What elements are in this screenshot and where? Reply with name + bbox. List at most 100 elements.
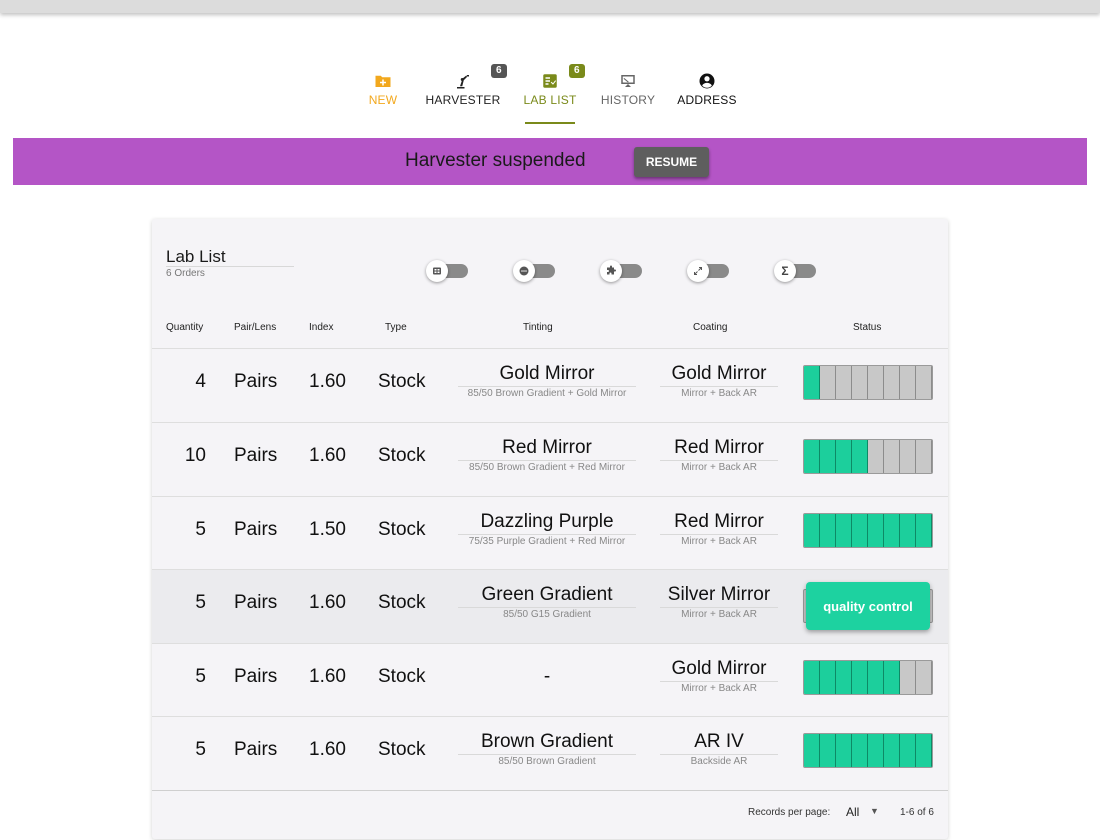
tint-detail: 85/50 Brown Gradient + Red Mirror	[458, 460, 636, 474]
tinting-cell: Dazzling Purple 75/35 Purple Gradient + …	[458, 511, 636, 548]
progress-segment	[820, 734, 836, 767]
tint-name: Gold Mirror	[499, 363, 595, 384]
column-header-quantity[interactable]: Quantity	[166, 322, 203, 333]
progress-segment	[852, 734, 868, 767]
type-cell: Stock	[378, 445, 426, 466]
status-progress-bar[interactable]	[803, 660, 933, 695]
nav-tab-history[interactable]: HISTORY	[583, 62, 673, 107]
table-row[interactable]: 5 Pairs 1.60 Stock Green Gradient 85/50 …	[152, 569, 948, 643]
status-progress-bar[interactable]	[803, 365, 933, 400]
main-nav: NEW HARVESTER 6 LAB LIST 6 HISTORY ADDRE…	[0, 62, 1100, 128]
table-footer: Records per page: All ▼ 1-6 of 6	[152, 790, 948, 840]
tint-detail: 85/50 Brown Gradient + Gold Mirror	[458, 386, 636, 400]
status-progress-bar[interactable]	[803, 439, 933, 474]
progress-segment	[804, 514, 820, 547]
progress-segment	[820, 440, 836, 473]
progress-segment	[852, 366, 868, 399]
nav-tab-harvester[interactable]: HARVESTER 6	[418, 62, 508, 107]
table-row[interactable]: 5 Pairs 1.50 Stock Dazzling Purple 75/35…	[152, 496, 948, 570]
progress-segment	[836, 661, 852, 694]
progress-segment	[884, 514, 900, 547]
table-row[interactable]: 5 Pairs 1.60 Stock - Gold Mirror Mirror …	[152, 643, 948, 717]
progress-segment	[804, 734, 820, 767]
quantity-cell: 10	[184, 445, 206, 466]
column-header-tinting[interactable]: Tinting	[523, 322, 553, 333]
unit-cell: Pairs	[234, 739, 278, 760]
coat-name: Gold Mirror	[671, 658, 767, 679]
column-header-status[interactable]: Status	[853, 322, 881, 333]
column-header-index[interactable]: Index	[309, 322, 333, 333]
expand-icon	[687, 260, 709, 282]
records-per-page-label: Records per page:	[748, 807, 831, 818]
type-cell: Stock	[378, 371, 426, 392]
table-row[interactable]: 4 Pairs 1.60 Stock Gold Mirror 85/50 Bro…	[152, 348, 948, 422]
nav-tab-label: ADDRESS	[677, 93, 737, 107]
progress-segment	[900, 514, 916, 547]
nav-tab-address[interactable]: ADDRESS	[662, 62, 752, 107]
coat-name: Gold Mirror	[671, 363, 767, 384]
progress-segment	[884, 661, 900, 694]
nav-tab-new[interactable]: NEW	[338, 62, 428, 107]
progress-segment	[820, 514, 836, 547]
index-cell: 1.60	[309, 592, 346, 613]
column-header-coating[interactable]: Coating	[693, 322, 727, 333]
unit-cell: Pairs	[234, 371, 278, 392]
progress-segment	[900, 661, 916, 694]
progress-segment	[884, 734, 900, 767]
progress-segment	[916, 366, 932, 399]
progress-segment	[836, 440, 852, 473]
dots-icon	[513, 260, 535, 282]
tinting-cell: Red Mirror 85/50 Brown Gradient + Red Mi…	[458, 437, 636, 474]
progress-segment	[916, 440, 932, 473]
progress-segment	[900, 440, 916, 473]
tint-detail: 75/35 Purple Gradient + Red Mirror	[458, 534, 636, 548]
type-cell: Stock	[378, 739, 426, 760]
coating-cell: Red Mirror Mirror + Back AR	[660, 437, 778, 474]
toggle-dots[interactable]	[511, 259, 557, 283]
toggle-puzzle[interactable]	[598, 259, 644, 283]
coating-cell: Silver Mirror Mirror + Back AR	[660, 584, 778, 621]
toggle-expand[interactable]	[685, 259, 731, 283]
quality-control-button[interactable]: quality control	[806, 582, 930, 630]
nav-tab-lab-list[interactable]: LAB LIST 6	[505, 62, 595, 107]
progress-segment	[868, 366, 884, 399]
coat-name: Silver Mirror	[667, 584, 771, 605]
tinting-cell: Gold Mirror 85/50 Brown Gradient + Gold …	[458, 363, 636, 400]
coat-name: AR IV	[694, 731, 744, 752]
progress-segment	[900, 734, 916, 767]
resume-button[interactable]: RESUME	[634, 147, 709, 177]
column-header-type[interactable]: Type	[385, 322, 407, 333]
records-per-page-select[interactable]: All	[846, 805, 859, 819]
progress-segment	[852, 514, 868, 547]
progress-segment	[884, 366, 900, 399]
toggle-grid[interactable]	[424, 259, 470, 283]
grid-icon	[426, 260, 448, 282]
nav-tab-label: LAB LIST	[523, 93, 577, 107]
progress-segment	[900, 366, 916, 399]
progress-segment	[820, 366, 836, 399]
index-cell: 1.60	[309, 666, 346, 687]
toggle-sigma[interactable]: Σ	[772, 259, 818, 283]
progress-segment	[804, 661, 820, 694]
progress-segment	[916, 734, 932, 767]
status-progress-bar[interactable]	[803, 513, 933, 548]
table-row[interactable]: 5 Pairs 1.60 Stock Brown Gradient 85/50 …	[152, 716, 948, 790]
unit-cell: Pairs	[234, 519, 278, 540]
progress-segment	[884, 440, 900, 473]
coat-detail: Mirror + Back AR	[660, 460, 778, 474]
status-progress-bar[interactable]	[803, 733, 933, 768]
folder-plus-icon	[338, 70, 428, 92]
unit-cell: Pairs	[234, 445, 278, 466]
index-cell: 1.60	[309, 445, 346, 466]
tint-detail: 85/50 Brown Gradient	[458, 754, 636, 768]
quantity-cell: 5	[195, 519, 206, 540]
pagination-range: 1-6 of 6	[900, 807, 934, 818]
caret-down-icon[interactable]: ▼	[870, 806, 879, 816]
progress-segment	[836, 366, 852, 399]
table-row[interactable]: 10 Pairs 1.60 Stock Red Mirror 85/50 Bro…	[152, 422, 948, 496]
sigma-icon: Σ	[774, 260, 796, 282]
progress-segment	[916, 514, 932, 547]
quantity-cell: 5	[195, 666, 206, 687]
column-header-pair-lens[interactable]: Pair/Lens	[234, 322, 276, 333]
account-circle-icon	[662, 70, 752, 92]
